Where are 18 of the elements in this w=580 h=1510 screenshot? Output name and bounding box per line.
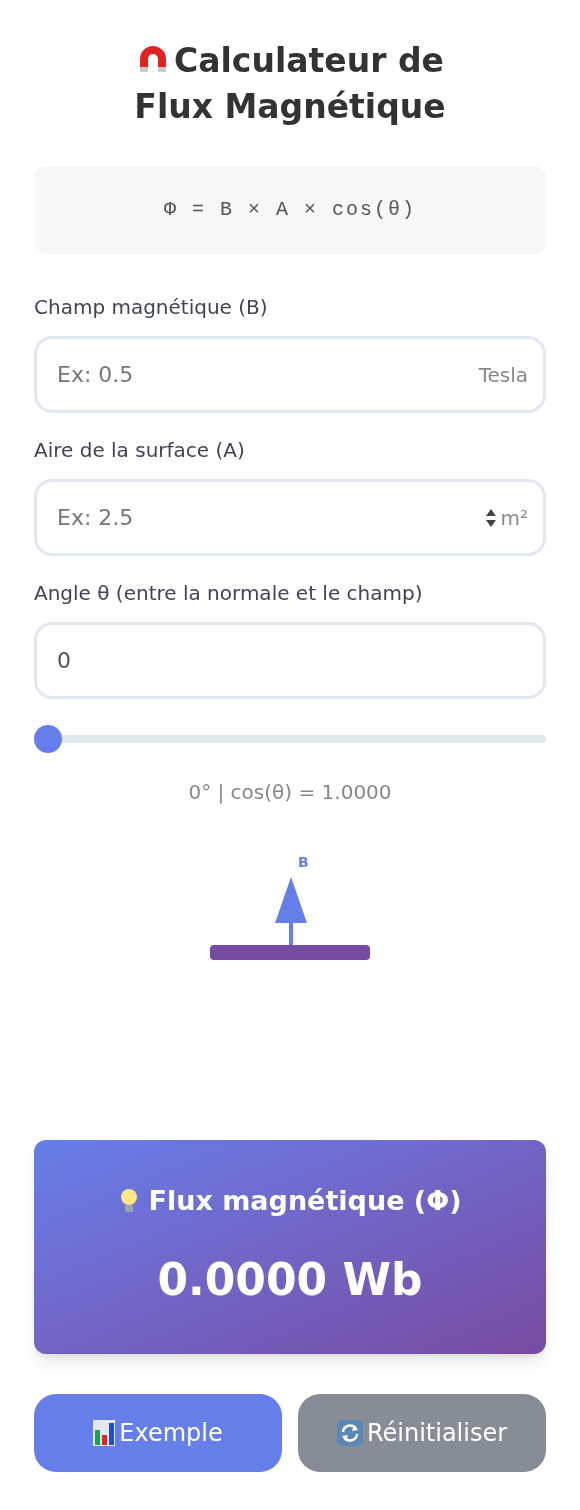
angle-slider[interactable]: [34, 725, 546, 753]
field-label: Champ magnétique (B): [34, 294, 269, 321]
field-label: Aire de la surface (A): [34, 437, 246, 464]
result-value: 0.0000 Wb: [157, 1253, 423, 1308]
unit-label: m²: [500, 504, 528, 532]
field-label-b: B: [298, 855, 309, 869]
slider-thumb[interactable]: [34, 725, 62, 753]
refresh-icon: [336, 1420, 363, 1446]
field-label: Angle θ (entre la normale et le champ): [34, 580, 424, 607]
bar-chart-icon: [93, 1420, 116, 1446]
example-button[interactable]: Exemple: [34, 1394, 282, 1472]
result-title: Flux magnétique (Φ): [148, 1183, 462, 1218]
formula-box: Φ = B × A × cos(θ): [34, 166, 546, 254]
angle-reading: 0° | cos(θ) = 1.0000: [188, 779, 392, 806]
unit-label: Tesla: [478, 361, 528, 389]
page-title: Calculateur de Flux Magnétique: [133, 40, 447, 128]
input-field[interactable]: 0: [34, 622, 546, 699]
reset-button[interactable]: Réinitialiser: [298, 1394, 546, 1472]
